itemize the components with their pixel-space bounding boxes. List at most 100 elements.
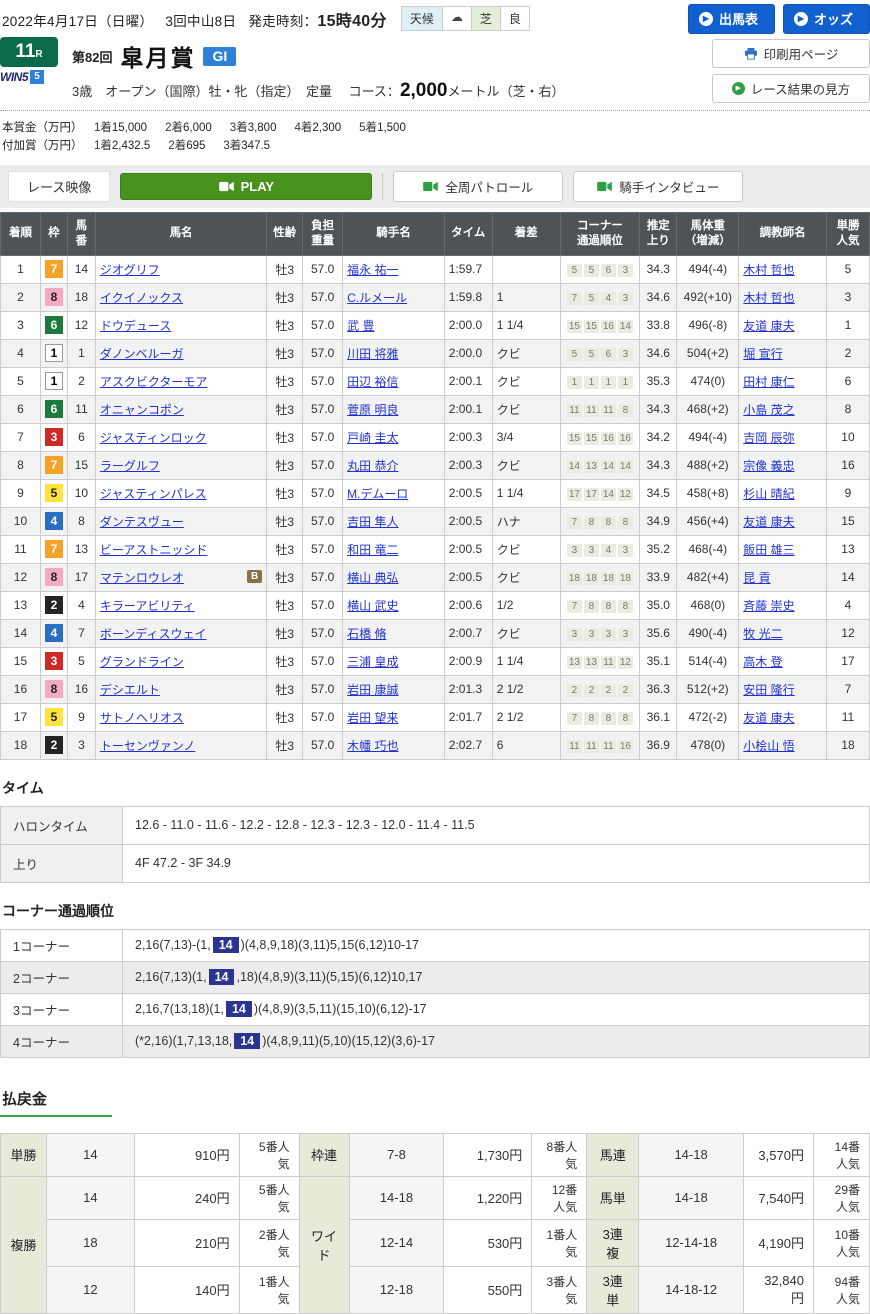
trainer-link[interactable]: 安田 隆行 [743,683,794,697]
course-label: コース： [348,84,400,99]
umatan-label: 馬単 [586,1175,640,1220]
carried-weight: 57.0 [302,506,344,536]
frame-cell: 6 [39,310,68,340]
jockey-link[interactable]: 三浦 皇成 [347,655,398,669]
jockey-interview-button[interactable]: 騎手インタビュー [573,171,744,202]
frame-cell: 8 [39,282,68,312]
trainer-link[interactable]: 小桧山 悟 [743,739,794,753]
horse-link[interactable]: ダノンベルーガ [100,347,184,361]
frame-cell: 3 [39,646,68,676]
horse-link[interactable]: グランドライン [100,655,184,669]
print-page-button[interactable]: 印刷用ページ [712,39,870,68]
corner-position-number: 15 [583,319,599,333]
last-3f-time: 35.1 [639,646,678,676]
results-guide-button[interactable]: ▶ レース結果の見方 [712,74,870,103]
trainer-link[interactable]: 宗像 義忠 [743,459,794,473]
jockey-link[interactable]: 丸田 恭介 [347,459,398,473]
corner-position-number: 3 [617,347,633,361]
carried-weight: 57.0 [302,338,344,368]
sex-age: 牡3 [266,282,304,312]
frame-number-badge: 3 [44,652,63,671]
trainer-link[interactable]: 牧 光二 [743,627,782,641]
jockey-link[interactable]: 石橋 脩 [347,627,386,641]
horse-link[interactable]: サトノヘリオス [100,711,184,725]
last-3f-time: 36.3 [639,674,678,704]
jockey-link[interactable]: C.ルメール [347,291,407,305]
jockey-link[interactable]: 吉田 隼人 [347,515,398,529]
trainer-link[interactable]: 斉藤 崇史 [743,599,794,613]
horse-link[interactable]: ビーアストニッシド [100,543,208,557]
horse-link[interactable]: ジャスティンパレス [100,487,207,501]
trainer-link[interactable]: 田村 康仁 [743,375,794,389]
jockey-link[interactable]: 戸崎 圭太 [347,431,398,445]
trainer-link[interactable]: 杉山 晴紀 [743,487,794,501]
play-button[interactable]: PLAY [120,173,373,200]
trainer-link[interactable]: 友道 康夫 [743,319,794,333]
corner-position-number: 16 [600,431,616,445]
horse-link[interactable]: オニャンコポン [100,403,184,417]
horse-link[interactable]: ドウデュース [100,319,171,333]
horse-number: 13 [66,534,96,564]
horse-link[interactable]: キラーアビリティ [100,599,195,613]
jockey-link[interactable]: 横山 典弘 [347,571,398,585]
trainer-link[interactable]: 友道 康夫 [743,515,794,529]
corner-order-text: ,18)(4,8,9)(3,11)(5,15)(6,12)10,17 [236,970,423,985]
win5-badge[interactable]: WIN5 5 [0,70,58,84]
jockey-link[interactable]: 横山 武史 [347,599,398,613]
jockey-link[interactable]: 岩田 康誠 [347,683,398,697]
trainer-link[interactable]: 小島 茂之 [743,403,794,417]
horse-link[interactable]: イクイノックス [100,291,183,305]
margin: 2 1/2 [491,702,561,732]
odds-button[interactable]: ▶ オッズ [782,4,870,34]
trainer-link[interactable]: 高木 登 [743,655,782,669]
frame-number-badge: 1 [44,344,63,363]
horse-link[interactable]: アスクビクターモア [100,375,208,389]
jockey-link[interactable]: 木幡 巧也 [347,739,398,753]
jockey-link[interactable]: 田辺 裕信 [347,375,398,389]
last-3f-time: 33.8 [639,310,678,340]
trainer-link[interactable]: 木村 哲也 [743,291,794,305]
jockey-link[interactable]: 福永 祐一 [347,263,398,277]
fukusho-payout: 240円 [133,1175,240,1220]
trainer-link[interactable]: 堀 宣行 [743,347,782,361]
patrol-video-button[interactable]: 全周パトロール [393,171,564,202]
result-row: 5 1 2 アスクビクターモア 牡3 57.0 田辺 裕信 2:00.1 クビ 1 1 1 1 35.3 4… [0,366,870,396]
trainer-link[interactable]: 木村 哲也 [743,263,794,277]
trainer-link[interactable]: 吉岡 辰弥 [743,431,794,445]
horse-link[interactable]: トーセンヴァンノ [100,739,195,753]
trainer-link[interactable]: 友道 康夫 [743,711,794,725]
time-row: 上り 4F 47.2 - 3F 34.9 [0,843,870,883]
horse-link[interactable]: ジャスティンロック [100,431,207,445]
horse-number: 17 [66,562,96,592]
prize-value: 695 [186,140,206,152]
corner-positions: 7888 [559,702,641,732]
result-row: 3 6 12 ドウデュース 牡3 57.0 武 豊 2:00.0 1 1/4 15 15 16 14 33… [0,310,870,340]
jockey-link[interactable]: 武 豊 [347,319,374,333]
column-header: 着差 [491,212,561,256]
horse-weight: 474(0) [676,366,740,396]
horse-link[interactable]: ダンテスヴュー [100,515,184,529]
jockey-link[interactable]: 菅原 明良 [347,403,398,417]
corner-position-number: 17 [583,487,599,501]
corner-position-number: 11 [566,403,582,417]
jockey-cell: 吉田 隼人 [342,506,445,536]
corner-position-number: 14 [617,459,633,473]
result-row: 11 7 13 ビーアストニッシド 牡3 57.0 和田 竜二 2:00.5 クビ 3 3 4 3 35.… [0,534,870,564]
trainer-link[interactable]: 飯田 雄三 [743,543,794,557]
horse-link[interactable]: ジオグリフ [100,263,160,277]
horse-number: 11 [66,394,96,424]
entry-table-button[interactable]: ▶ 出馬表 [687,4,775,34]
jockey-link[interactable]: M.デムーロ [347,487,408,501]
corner-position-number: 7 [566,291,582,305]
trainer-link[interactable]: 昆 貢 [743,571,770,585]
column-header: 推定 上り [639,212,678,256]
jockey-link[interactable]: 川田 将雅 [347,347,398,361]
horse-link[interactable]: ボーンディスウェイ [100,627,207,641]
race-date: 2022年4月17日（日曜） [2,13,154,29]
horse-link[interactable]: デシエルト [100,683,160,697]
jockey-link[interactable]: 岩田 望来 [347,711,398,725]
horse-link[interactable]: ラーグルフ [100,459,160,473]
jockey-link[interactable]: 和田 竜二 [347,543,398,557]
horse-link[interactable]: マテンロウレオ [100,571,184,585]
prize-rank-label: 2着 [168,140,187,152]
